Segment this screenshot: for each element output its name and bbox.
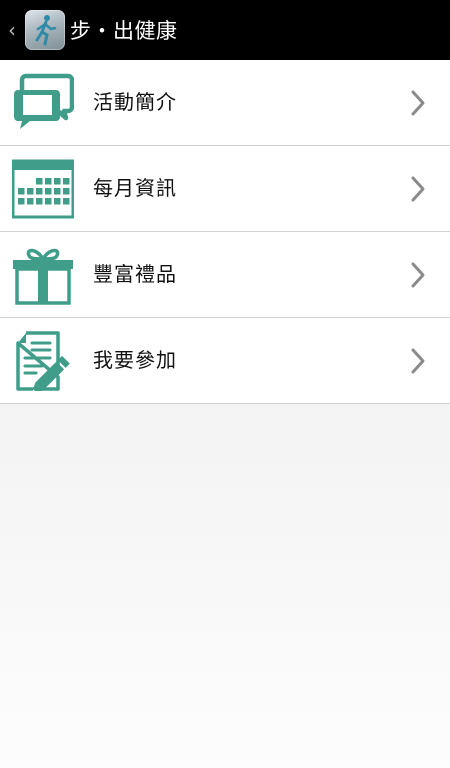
header-bar: ‹ 步・出健康 xyxy=(0,0,450,60)
app-icon[interactable] xyxy=(25,10,65,50)
walking-person-icon xyxy=(35,15,57,46)
menu-item-label: 我要參加 xyxy=(93,348,177,372)
form-pencil-icon xyxy=(16,331,70,391)
chevron-right-icon xyxy=(411,262,425,288)
menu-item-gifts[interactable]: 豐富禮品 xyxy=(0,232,450,318)
menu-item-label: 活動簡介 xyxy=(93,90,177,114)
menu-item-label: 豐富禮品 xyxy=(93,262,177,286)
menu-item-activity-intro[interactable]: 活動簡介 xyxy=(0,60,450,146)
chevron-right-icon xyxy=(411,348,425,374)
menu-list: 活動簡介 每月資訊 豐富禮品 我要參加 xyxy=(0,60,450,404)
menu-item-monthly-info[interactable]: 每月資訊 xyxy=(0,146,450,232)
speech-bubbles-icon xyxy=(14,73,74,129)
app-title: 步・出健康 xyxy=(70,19,178,43)
chevron-right-icon xyxy=(411,176,425,202)
back-button[interactable]: ‹ xyxy=(0,0,22,60)
calendar-icon xyxy=(12,159,74,219)
chevron-right-icon xyxy=(411,90,425,116)
gift-icon xyxy=(13,248,73,305)
menu-item-label: 每月資訊 xyxy=(93,176,177,200)
menu-item-join[interactable]: 我要參加 xyxy=(0,318,450,404)
chevron-left-icon: ‹ xyxy=(8,18,16,42)
